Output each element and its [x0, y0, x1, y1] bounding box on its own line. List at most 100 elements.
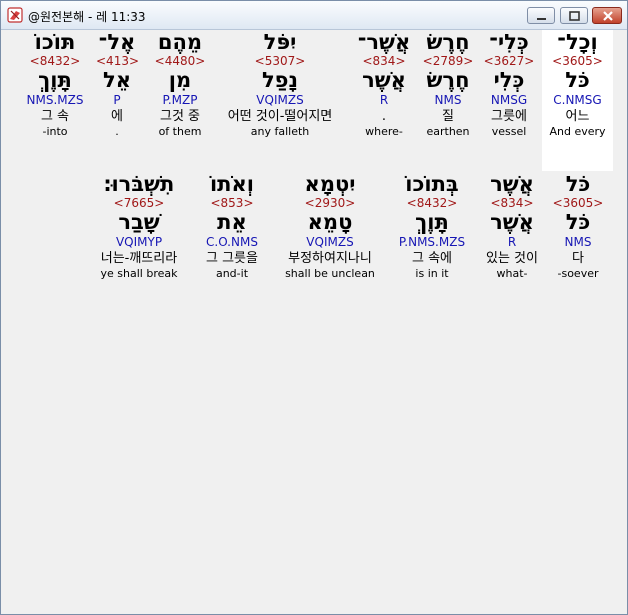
- english-gloss: And every: [549, 125, 606, 138]
- morph-code: NMSG: [490, 93, 528, 107]
- word-cell[interactable]: וְכָל־ <3605> כֹּל C.NMSG 어느 And every: [542, 30, 613, 171]
- lemma: שָׁבַר: [118, 210, 160, 234]
- word-cell[interactable]: אֶל־ <413> אֵל P 에 .: [96, 30, 140, 139]
- hebrew-word: וְכָל־: [557, 30, 598, 54]
- word-cell[interactable]: חֶרֶשׂ <2789> חֶרֶשׂ NMS 질 earthen: [418, 30, 478, 139]
- morph-code: P.NMS.MZS: [398, 235, 466, 249]
- strong-number: <3605>: [552, 54, 603, 68]
- word-cell[interactable]: תִשְׁבֹּרוּ׃ <7665> שָׁבַר VQIMYP 너는-깨뜨리…: [90, 172, 188, 281]
- app-icon[interactable]: [7, 7, 23, 23]
- english-gloss: -into: [42, 125, 68, 138]
- strong-number: <2930>: [304, 196, 356, 210]
- lemma: תָּוֶךְ: [38, 68, 72, 92]
- lemma: כֹּל: [565, 68, 590, 92]
- app-window: @원전본해 - 레 11:33 וְכָל־ <3605> כֹּל C.NMS…: [0, 0, 628, 615]
- word-cell[interactable]: יִפֹּל <5307> נָפַל VQIMZS 어떤 것이-떨어지면 an…: [212, 30, 348, 139]
- hebrew-word: מֵהֶם: [157, 30, 203, 54]
- lemma: טָמֵא: [307, 210, 353, 234]
- hebrew-word: חֶרֶשׂ: [426, 30, 470, 54]
- hebrew-word: בְּתוֹכוֹ: [405, 172, 459, 196]
- morph-code: R: [507, 235, 517, 249]
- maximize-icon: [569, 11, 580, 21]
- word-cell[interactable]: כֹּל <3605> כֹּל NMS 다 -soever: [552, 172, 604, 281]
- lemma: כֹּל: [565, 210, 591, 234]
- hebrew-word: יִטְמָא: [304, 172, 356, 196]
- english-gloss: and-it: [215, 267, 249, 280]
- morph-code: VQIMZS: [256, 93, 304, 107]
- korean-gloss: 다: [572, 251, 584, 266]
- strong-number: <3627>: [483, 54, 535, 68]
- lemma: אֵל: [103, 68, 131, 92]
- korean-gloss: 그것 중: [159, 109, 200, 124]
- korean-gloss: 그 속에: [411, 251, 452, 266]
- strong-number: <834>: [362, 54, 406, 68]
- strong-number: <413>: [96, 54, 140, 68]
- korean-gloss: 질: [442, 109, 454, 124]
- word-cell[interactable]: תּוֹכוֹ <8432> תָּוֶךְ NMS.MZS 그 속 -into: [23, 30, 87, 139]
- strong-number: <4480>: [154, 54, 206, 68]
- word-cell[interactable]: בְּתוֹכוֹ <8432> תָּוֶךְ P.NMS.MZS 그 속에 …: [391, 172, 473, 281]
- english-gloss: -soever: [557, 267, 599, 280]
- hebrew-word: אֶל־: [98, 30, 136, 54]
- english-gloss: shall be unclean: [285, 267, 375, 280]
- word-cell[interactable]: כְּלִי־ <3627> כְּלִי NMSG 그릇에 vessel: [481, 30, 537, 139]
- strong-number: <5307>: [254, 54, 306, 68]
- korean-gloss: 에: [111, 109, 123, 124]
- minimize-icon: [537, 18, 546, 20]
- hebrew-word: כְּלִי־: [489, 30, 529, 54]
- english-gloss: what-: [496, 267, 528, 280]
- morph-code: NMS: [564, 235, 592, 249]
- korean-gloss: 있는 것이: [486, 251, 538, 266]
- korean-gloss: 어느: [565, 109, 590, 124]
- hebrew-word: תִשְׁבֹּרוּ׃: [103, 172, 175, 196]
- hebrew-word: אֲשֶׁר־: [357, 30, 411, 54]
- korean-gloss: 그 그릇을: [206, 251, 258, 266]
- hebrew-word: יִפֹּל: [263, 30, 297, 54]
- morph-code: P: [113, 93, 121, 107]
- korean-gloss: 너는-깨뜨리라: [100, 251, 178, 266]
- english-gloss: is in it: [415, 267, 449, 280]
- strong-number: <2789>: [422, 54, 474, 68]
- interlinear-view: וְכָל־ <3605> כֹּל C.NMSG 어느 And every כ…: [6, 30, 623, 610]
- morph-code: C.O.NMS: [206, 235, 258, 249]
- strong-number: <8432>: [29, 54, 81, 68]
- lemma: אֲשֶׁר: [490, 210, 534, 234]
- korean-gloss: 그 속: [40, 109, 70, 124]
- english-gloss: of them: [158, 125, 202, 138]
- english-gloss: any falleth: [250, 125, 310, 138]
- english-gloss: vessel: [491, 125, 527, 138]
- strong-number: <8432>: [406, 196, 458, 210]
- word-cell[interactable]: וְאֹתוֹ <853> אֵת C.O.NMS 그 그릇을 and-it: [195, 172, 269, 281]
- hebrew-word: תּוֹכוֹ: [34, 30, 76, 54]
- morph-code: NMS.MZS: [26, 93, 84, 107]
- english-gloss: where-: [365, 125, 403, 138]
- strong-number: <7665>: [113, 196, 165, 210]
- strong-number: <834>: [490, 196, 534, 210]
- strong-number: <853>: [210, 196, 254, 210]
- lemma: מִן: [168, 68, 192, 92]
- word-cell[interactable]: אֲשֶׁר־ <834> אֲשֶׁר R . where-: [353, 30, 415, 139]
- hebrew-word: אֲשֶׁר: [490, 172, 534, 196]
- word-cell[interactable]: אֲשֶׁר <834> אֲשֶׁר R 있는 것이 what-: [478, 172, 546, 281]
- korean-gloss: 어떤 것이-떨어지면: [227, 109, 333, 124]
- english-gloss: earthen: [426, 125, 470, 138]
- strong-number: <3605>: [552, 196, 604, 210]
- korean-gloss: 그릇에: [491, 109, 527, 124]
- minimize-button[interactable]: [527, 7, 555, 24]
- lemma: חֶרֶשׂ: [426, 68, 470, 92]
- word-cell[interactable]: מֵהֶם <4480> מִן P.MZP 그것 중 of them: [151, 30, 209, 139]
- maximize-button[interactable]: [560, 7, 588, 24]
- english-gloss: ye shall break: [100, 267, 178, 280]
- close-icon: [603, 11, 613, 21]
- morph-code: VQIMZS: [306, 235, 354, 249]
- morph-code: C.NMSG: [553, 93, 602, 107]
- korean-gloss: .: [381, 109, 387, 124]
- word-cell[interactable]: יִטְמָא <2930> טָמֵא VQIMZS 부정하여지나니 shal…: [274, 172, 386, 281]
- title-bar[interactable]: @원전본해 - 레 11:33: [1, 1, 627, 30]
- window-title: @원전본해 - 레 11:33: [28, 10, 146, 24]
- lemma: אֲשֶׁר: [362, 68, 406, 92]
- korean-gloss: 부정하여지나니: [288, 251, 372, 266]
- lemma: נָפַל: [261, 68, 299, 92]
- lemma: כְּלִי: [493, 68, 525, 92]
- close-button[interactable]: [592, 7, 622, 24]
